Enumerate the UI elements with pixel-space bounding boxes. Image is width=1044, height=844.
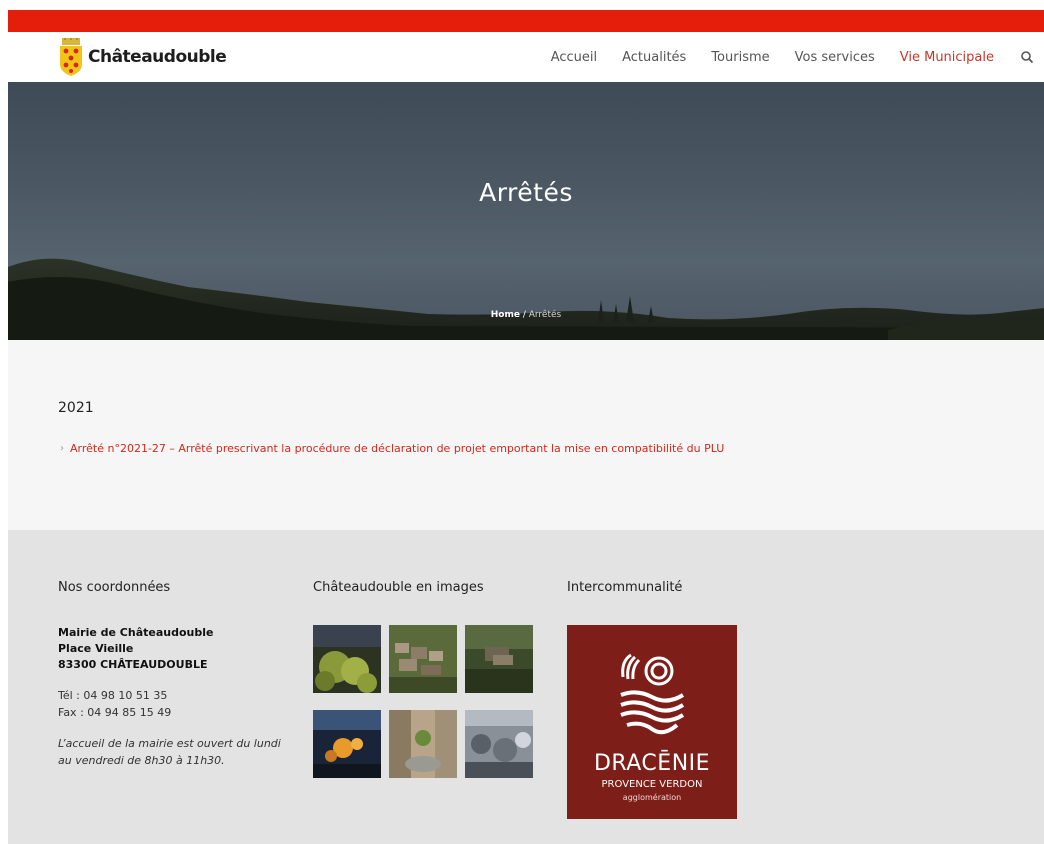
address-line: 83300 CHÂTEAUDOUBLE bbox=[58, 658, 208, 671]
opening-hours: L’accueil de la mairie est ouvert du lun… bbox=[58, 735, 288, 769]
footer-intercommunalite: Intercommunalité DRACĒNIE PROVENCE VERDO… bbox=[567, 580, 807, 819]
breadcrumb: Home / Arrêtés bbox=[8, 310, 1044, 320]
contact-phones: Tél : 04 98 10 51 35 Fax : 04 94 85 15 4… bbox=[58, 687, 288, 721]
breadcrumb-current: Arrêtés bbox=[528, 310, 562, 320]
gallery-thumbnail[interactable] bbox=[465, 625, 533, 693]
landscape-image bbox=[8, 258, 1044, 340]
address-line: Mairie de Châteaudouble bbox=[58, 626, 214, 639]
gallery-thumbnail[interactable] bbox=[465, 710, 533, 778]
page: Châteaudouble Accueil Actualités Tourism… bbox=[8, 10, 1044, 844]
footer-gallery: Châteaudouble en images bbox=[313, 580, 553, 778]
main-nav: Accueil Actualités Tourisme Vos services… bbox=[526, 32, 1044, 82]
decree-link-text: Arrêté n°2021-27 – Arrêté prescrivant la… bbox=[70, 442, 725, 455]
dracenie-logo[interactable]: DRACĒNIE PROVENCE VERDON agglomération bbox=[567, 625, 737, 819]
contact-heading: Nos coordonnées bbox=[58, 580, 171, 595]
breadcrumb-home[interactable]: Home bbox=[491, 310, 520, 320]
nav-vos-services[interactable]: Vos services bbox=[795, 50, 875, 65]
page-hero-banner: Arrêtés Home / Arrêtés bbox=[8, 82, 1044, 340]
gallery-heading: Châteaudouble en images bbox=[313, 580, 484, 595]
footer-contact: Nos coordonnées Mairie de Châteaudouble … bbox=[58, 580, 288, 769]
phone-number: Tél : 04 98 10 51 35 bbox=[58, 689, 168, 702]
top-red-bar bbox=[8, 10, 1044, 32]
search-icon[interactable] bbox=[1020, 50, 1034, 64]
nav-vie-municipale[interactable]: Vie Municipale bbox=[900, 50, 994, 65]
site-logo[interactable]: Châteaudouble bbox=[58, 38, 227, 76]
main-content: 2021 › Arrêté n°2021-27 – Arrêté prescri… bbox=[8, 340, 1044, 530]
site-footer: Nos coordonnées Mairie de Châteaudouble … bbox=[8, 530, 1044, 844]
hours-line: au vendredi de 8h30 à 11h30. bbox=[58, 754, 225, 767]
nav-accueil[interactable]: Accueil bbox=[551, 50, 597, 65]
chevron-right-icon: › bbox=[60, 443, 64, 454]
gallery-thumbnail[interactable] bbox=[389, 710, 457, 778]
dracenie-tagline: agglomération bbox=[622, 793, 682, 802]
breadcrumb-separator: / bbox=[519, 310, 529, 320]
intercommunalite-heading: Intercommunalité bbox=[567, 580, 683, 595]
dracenie-name: DRACĒNIE bbox=[593, 751, 711, 776]
site-header: Châteaudouble Accueil Actualités Tourism… bbox=[8, 32, 1044, 82]
gallery-thumbnail[interactable] bbox=[313, 625, 381, 693]
nav-actualites[interactable]: Actualités bbox=[622, 50, 686, 65]
gallery-thumbnail[interactable] bbox=[389, 625, 457, 693]
dracenie-subtitle: PROVENCE VERDON bbox=[601, 779, 703, 790]
nav-tourisme[interactable]: Tourisme bbox=[711, 50, 769, 65]
dracenie-mark-icon bbox=[620, 653, 685, 735]
hours-line: L’accueil de la mairie est ouvert du lun… bbox=[58, 737, 281, 750]
gallery-thumbnail[interactable] bbox=[313, 710, 381, 778]
address-line: Place Vieille bbox=[58, 642, 134, 655]
site-name: Châteaudouble bbox=[88, 47, 227, 67]
year-heading: 2021 bbox=[58, 400, 94, 416]
fax-number: Fax : 04 94 85 15 49 bbox=[58, 706, 172, 719]
decree-link[interactable]: › Arrêté n°2021-27 – Arrêté prescrivant … bbox=[60, 442, 724, 455]
gallery-grid bbox=[313, 625, 553, 778]
page-title: Arrêtés bbox=[479, 178, 573, 207]
coat-of-arms-icon bbox=[60, 38, 82, 76]
